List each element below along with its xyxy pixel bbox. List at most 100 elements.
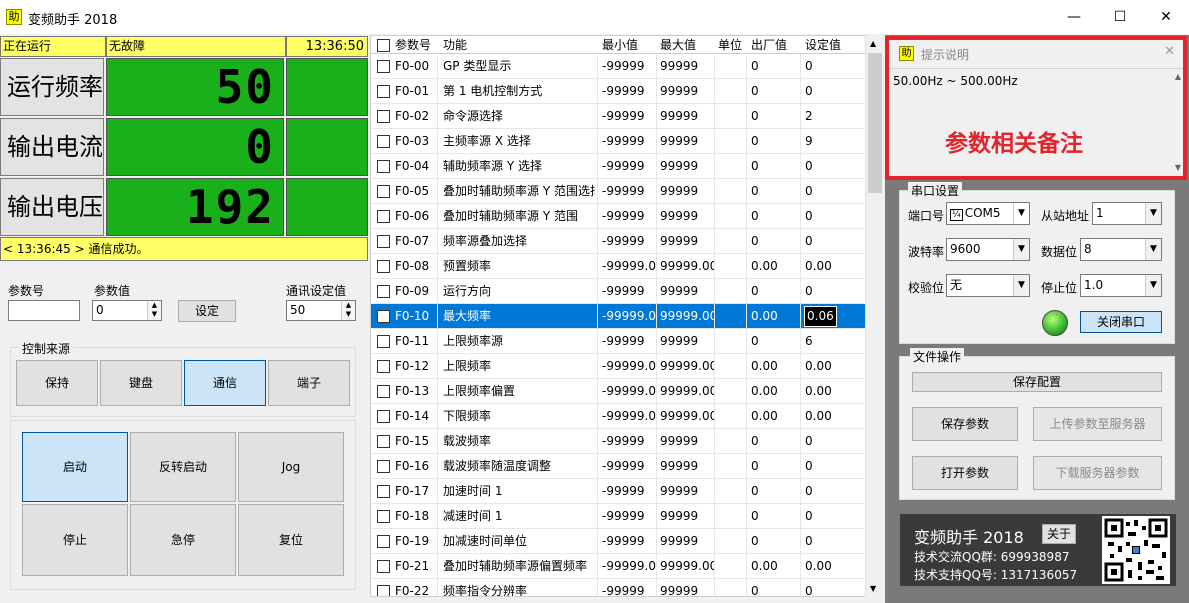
row-checkbox[interactable] (377, 385, 390, 398)
table-row[interactable]: F0-08 预置频率 -99999.0 99999.00 0.00 0.00 (371, 254, 866, 279)
table-row[interactable]: F0-07 频率源叠加选择 -99999 99999 0 0 (371, 229, 866, 254)
row-checkbox[interactable] (377, 360, 390, 373)
grid-scrollbar[interactable]: ▲ ▼ (865, 35, 884, 597)
table-row[interactable]: F0-06 叠加时辅助频率源 Y 范围 -99999 99999 0 0 (371, 204, 866, 229)
cell-setting[interactable]: 0.00 (805, 554, 832, 579)
scroll-down-icon[interactable]: ▼ (870, 584, 876, 593)
row-checkbox[interactable] (377, 260, 390, 273)
cell-setting[interactable]: 0.06 (804, 306, 837, 327)
cell-setting[interactable]: 0.00 (805, 254, 832, 279)
save-params-button[interactable]: 保存参数 (912, 407, 1018, 441)
reverse-start-button[interactable]: 反转启动 (130, 432, 236, 502)
row-checkbox[interactable] (377, 460, 390, 473)
cell-setting[interactable]: 0 (805, 429, 813, 454)
scroll-thumb[interactable] (868, 53, 882, 193)
chevron-down-icon[interactable]: ▼ (1145, 239, 1161, 260)
set-button[interactable]: 设定 (178, 300, 236, 322)
header-param-no[interactable]: 参数号 (395, 36, 431, 54)
header-unit[interactable]: 单位 (718, 36, 742, 54)
about-button[interactable]: 关于 (1042, 524, 1076, 544)
row-checkbox[interactable] (377, 485, 390, 498)
table-row[interactable]: F0-14 下限频率 -99999.0 99999.00 0.00 0.00 (371, 404, 866, 429)
cell-setting[interactable]: 0 (805, 579, 813, 596)
cell-setting[interactable]: 0 (805, 529, 813, 554)
source-keyboard-button[interactable]: 键盘 (100, 360, 182, 406)
close-button[interactable]: ✕ (1143, 0, 1189, 34)
cell-setting[interactable]: 0 (805, 179, 813, 204)
emergency-stop-button[interactable]: 急停 (130, 504, 236, 576)
row-checkbox[interactable] (377, 185, 390, 198)
table-row[interactable]: F0-22 频率指令分辨率 -99999 99999 0 0 (371, 579, 866, 596)
table-row[interactable]: F0-15 载波频率 -99999 99999 0 0 (371, 429, 866, 454)
reset-button[interactable]: 复位 (238, 504, 344, 576)
slave-select[interactable]: 1 ▼ (1092, 202, 1162, 225)
cell-setting[interactable]: 9 (805, 129, 813, 154)
comm-stepper[interactable]: 50 ▲ ▼ (286, 300, 356, 321)
param-val-stepper[interactable]: 0 ▲ ▼ (92, 300, 162, 321)
cell-setting[interactable]: 0 (805, 154, 813, 179)
cell-setting[interactable]: 2 (805, 104, 813, 129)
row-checkbox[interactable] (377, 435, 390, 448)
stopbits-select[interactable]: 1.0 ▼ (1080, 274, 1162, 297)
cell-setting[interactable]: 0 (805, 79, 813, 104)
open-params-button[interactable]: 打开参数 (912, 456, 1018, 490)
close-port-button[interactable]: 关闭串口 (1080, 311, 1162, 333)
table-row[interactable]: F0-02 命令源选择 -99999 99999 0 2 (371, 104, 866, 129)
upload-params-button[interactable]: 上传参数至服务器 (1033, 407, 1162, 441)
scroll-down-icon[interactable]: ▼ (1175, 163, 1181, 172)
chevron-down-icon[interactable]: ▼ (1145, 203, 1161, 224)
table-row[interactable]: F0-12 上限频率 -99999.0 99999.00 0.00 0.00 (371, 354, 866, 379)
stop-button[interactable]: 停止 (22, 504, 128, 576)
header-function[interactable]: 功能 (443, 36, 467, 54)
header-min[interactable]: 最小值 (602, 36, 638, 54)
table-row[interactable]: F0-13 上限频率偏置 -99999.0 99999.00 0.00 0.00 (371, 379, 866, 404)
start-button[interactable]: 启动 (22, 432, 128, 502)
chevron-down-icon[interactable]: ▼ (1013, 239, 1029, 260)
row-checkbox[interactable] (377, 585, 390, 596)
row-checkbox[interactable] (377, 210, 390, 223)
chevron-down-icon[interactable]: ▼ (1145, 275, 1161, 296)
baud-select[interactable]: 9600 ▼ (946, 238, 1030, 261)
table-row[interactable]: F0-11 上限频率源 -99999 99999 0 6 (371, 329, 866, 354)
table-row[interactable]: F0-05 叠加时辅助频率源 Y 范围选择 -99999 99999 0 0 (371, 179, 866, 204)
row-checkbox[interactable] (377, 235, 390, 248)
table-row[interactable]: F0-21 叠加时辅助频率源偏置频率 -99999.0 99999.00 0.00 0.0… (371, 554, 866, 579)
maximize-button[interactable]: ☐ (1097, 0, 1143, 34)
minimize-button[interactable]: — (1051, 0, 1097, 34)
row-checkbox[interactable] (377, 85, 390, 98)
databits-select[interactable]: 8 ▼ (1080, 238, 1162, 261)
table-row[interactable]: F0-04 辅助频率源 Y 选择 -99999 99999 0 0 (371, 154, 866, 179)
cell-setting[interactable]: 0 (805, 454, 813, 479)
cell-setting[interactable]: 0 (805, 504, 813, 529)
scroll-up-icon[interactable]: ▲ (1175, 72, 1181, 81)
row-checkbox[interactable] (377, 135, 390, 148)
scroll-up-icon[interactable]: ▲ (870, 39, 876, 48)
cell-setting[interactable]: 6 (805, 329, 813, 354)
cell-setting[interactable]: 0.00 (805, 404, 832, 429)
cell-setting[interactable]: 0 (805, 229, 813, 254)
cell-setting[interactable]: 0 (805, 54, 813, 79)
cell-setting[interactable]: 0.00 (805, 354, 832, 379)
chevron-down-icon[interactable]: ▼ (1013, 203, 1029, 224)
row-checkbox[interactable] (377, 560, 390, 573)
table-row[interactable]: F0-03 主频率源 X 选择 -99999 99999 0 9 (371, 129, 866, 154)
chevron-down-icon[interactable]: ▼ (1013, 275, 1029, 296)
row-checkbox[interactable] (377, 410, 390, 423)
cell-setting[interactable]: 0 (805, 479, 813, 504)
jog-button[interactable]: Jog (238, 432, 344, 502)
header-factory[interactable]: 出厂值 (751, 36, 787, 54)
stepper-arrows-icon[interactable]: ▲ ▼ (341, 301, 355, 320)
table-row[interactable]: F0-17 加速时间 1 -99999 99999 0 0 (371, 479, 866, 504)
cell-setting[interactable]: 0 (805, 279, 813, 304)
table-row[interactable]: F0-19 加减速时间单位 -99999 99999 0 0 (371, 529, 866, 554)
parity-select[interactable]: 无 ▼ (946, 274, 1030, 297)
row-checkbox[interactable] (377, 110, 390, 123)
header-max[interactable]: 最大值 (660, 36, 696, 54)
row-checkbox[interactable] (377, 60, 390, 73)
close-icon[interactable]: ✕ (1164, 44, 1175, 59)
row-checkbox[interactable] (377, 510, 390, 523)
row-checkbox[interactable] (377, 535, 390, 548)
table-row[interactable]: F0-18 减速时间 1 -99999 99999 0 0 (371, 504, 866, 529)
table-row[interactable]: F0-10 最大频率 -99999.0 99999.00 0.00 0.06 (371, 304, 866, 329)
table-row[interactable]: F0-09 运行方向 -99999 99999 0 0 (371, 279, 866, 304)
